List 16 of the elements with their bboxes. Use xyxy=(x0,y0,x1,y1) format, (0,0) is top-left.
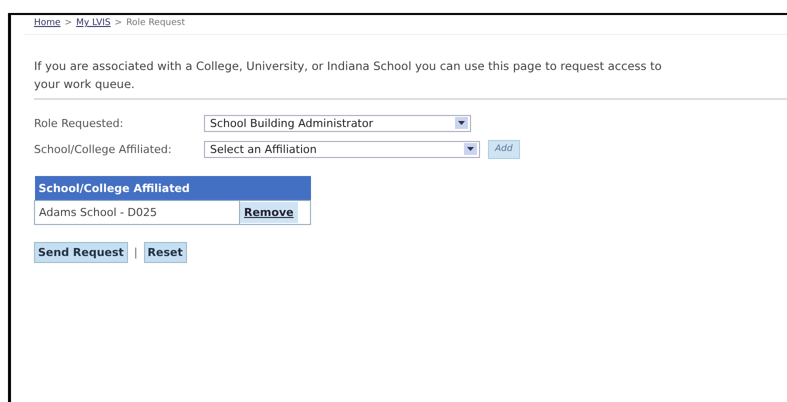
reset-button[interactable]: Reset xyxy=(144,242,187,263)
breadcrumb-link[interactable]: My LVIS xyxy=(76,18,111,28)
intro-text: If you are associated with a College, University, or Indiana School you can use this page to request access to your work queue. xyxy=(34,58,663,93)
remove-button[interactable]: Remove xyxy=(240,202,298,223)
breadcrumb-link[interactable]: Home xyxy=(34,18,61,28)
breadcrumb-separator: > xyxy=(114,18,122,28)
send-request-button[interactable]: Send Request xyxy=(34,242,128,263)
field-label: Role Requested: xyxy=(34,116,124,130)
breadcrumb-separator: > xyxy=(64,18,72,28)
dropdown-field[interactable]: Select an Affiliation xyxy=(204,140,480,158)
table-cell: Adams School - D025 xyxy=(34,200,240,224)
table-header: School/College Affiliated xyxy=(34,176,310,200)
breadcrumb-current: Role Request xyxy=(126,18,185,28)
dropdown-field[interactable]: School Building Administrator xyxy=(204,114,471,132)
button-separator: | xyxy=(134,246,138,259)
field-label: School/College Affiliated: xyxy=(34,142,173,156)
